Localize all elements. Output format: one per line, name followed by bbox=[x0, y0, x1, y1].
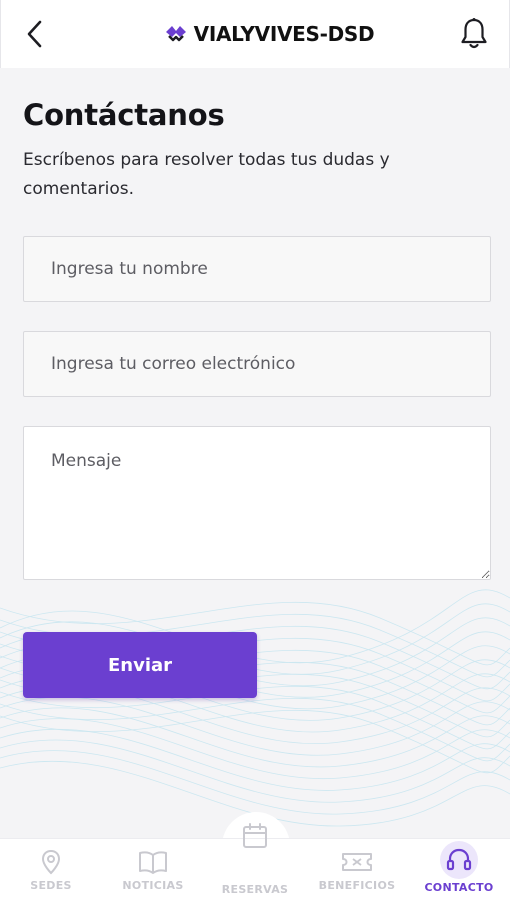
contact-page: Contáctanos Escríbenos para resolver tod… bbox=[0, 68, 510, 838]
nav-label-contacto: CONTACTO bbox=[424, 881, 494, 894]
nav-item-sedes[interactable]: SEDES bbox=[0, 839, 102, 900]
ticket-icon bbox=[341, 849, 373, 875]
nav-label-beneficios: BENEFICIOS bbox=[318, 879, 396, 892]
back-button[interactable] bbox=[25, 18, 53, 50]
logo-mark-icon bbox=[165, 26, 186, 42]
nav-item-reservas[interactable]: RESERVAS bbox=[204, 823, 306, 900]
nav-item-contacto[interactable]: CONTACTO bbox=[408, 839, 510, 900]
calendar-icon bbox=[241, 823, 269, 849]
brand-logo: VIALYVIVES-DSD bbox=[164, 22, 375, 46]
nav-label-reservas: RESERVAS bbox=[221, 883, 289, 896]
page-title: Contáctanos bbox=[23, 98, 225, 132]
bell-icon bbox=[461, 18, 487, 49]
brand-name: VIALYVIVES-DSD bbox=[193, 22, 375, 46]
email-input[interactable] bbox=[23, 331, 491, 397]
location-pin-icon bbox=[40, 849, 62, 875]
name-input[interactable] bbox=[23, 236, 491, 302]
nav-label-noticias: NOTICIAS bbox=[122, 879, 184, 892]
nav-label-sedes: SEDES bbox=[30, 879, 72, 892]
chevron-left-icon bbox=[27, 20, 42, 48]
bottom-nav: SEDES NOTICIAS RESERVAS BENEFICIOS CONTA… bbox=[0, 823, 510, 900]
nav-item-beneficios[interactable]: BENEFICIOS bbox=[306, 839, 408, 900]
nav-item-noticias[interactable]: NOTICIAS bbox=[102, 839, 204, 900]
notifications-button[interactable] bbox=[457, 16, 491, 52]
headset-icon bbox=[440, 841, 478, 879]
message-textarea[interactable] bbox=[23, 426, 491, 580]
app-header: VIALYVIVES-DSD bbox=[0, 0, 510, 68]
send-button[interactable]: Enviar bbox=[23, 632, 257, 698]
book-icon bbox=[138, 849, 168, 875]
page-subtitle: Escríbenos para resolver todas tus dudas… bbox=[23, 150, 390, 199]
